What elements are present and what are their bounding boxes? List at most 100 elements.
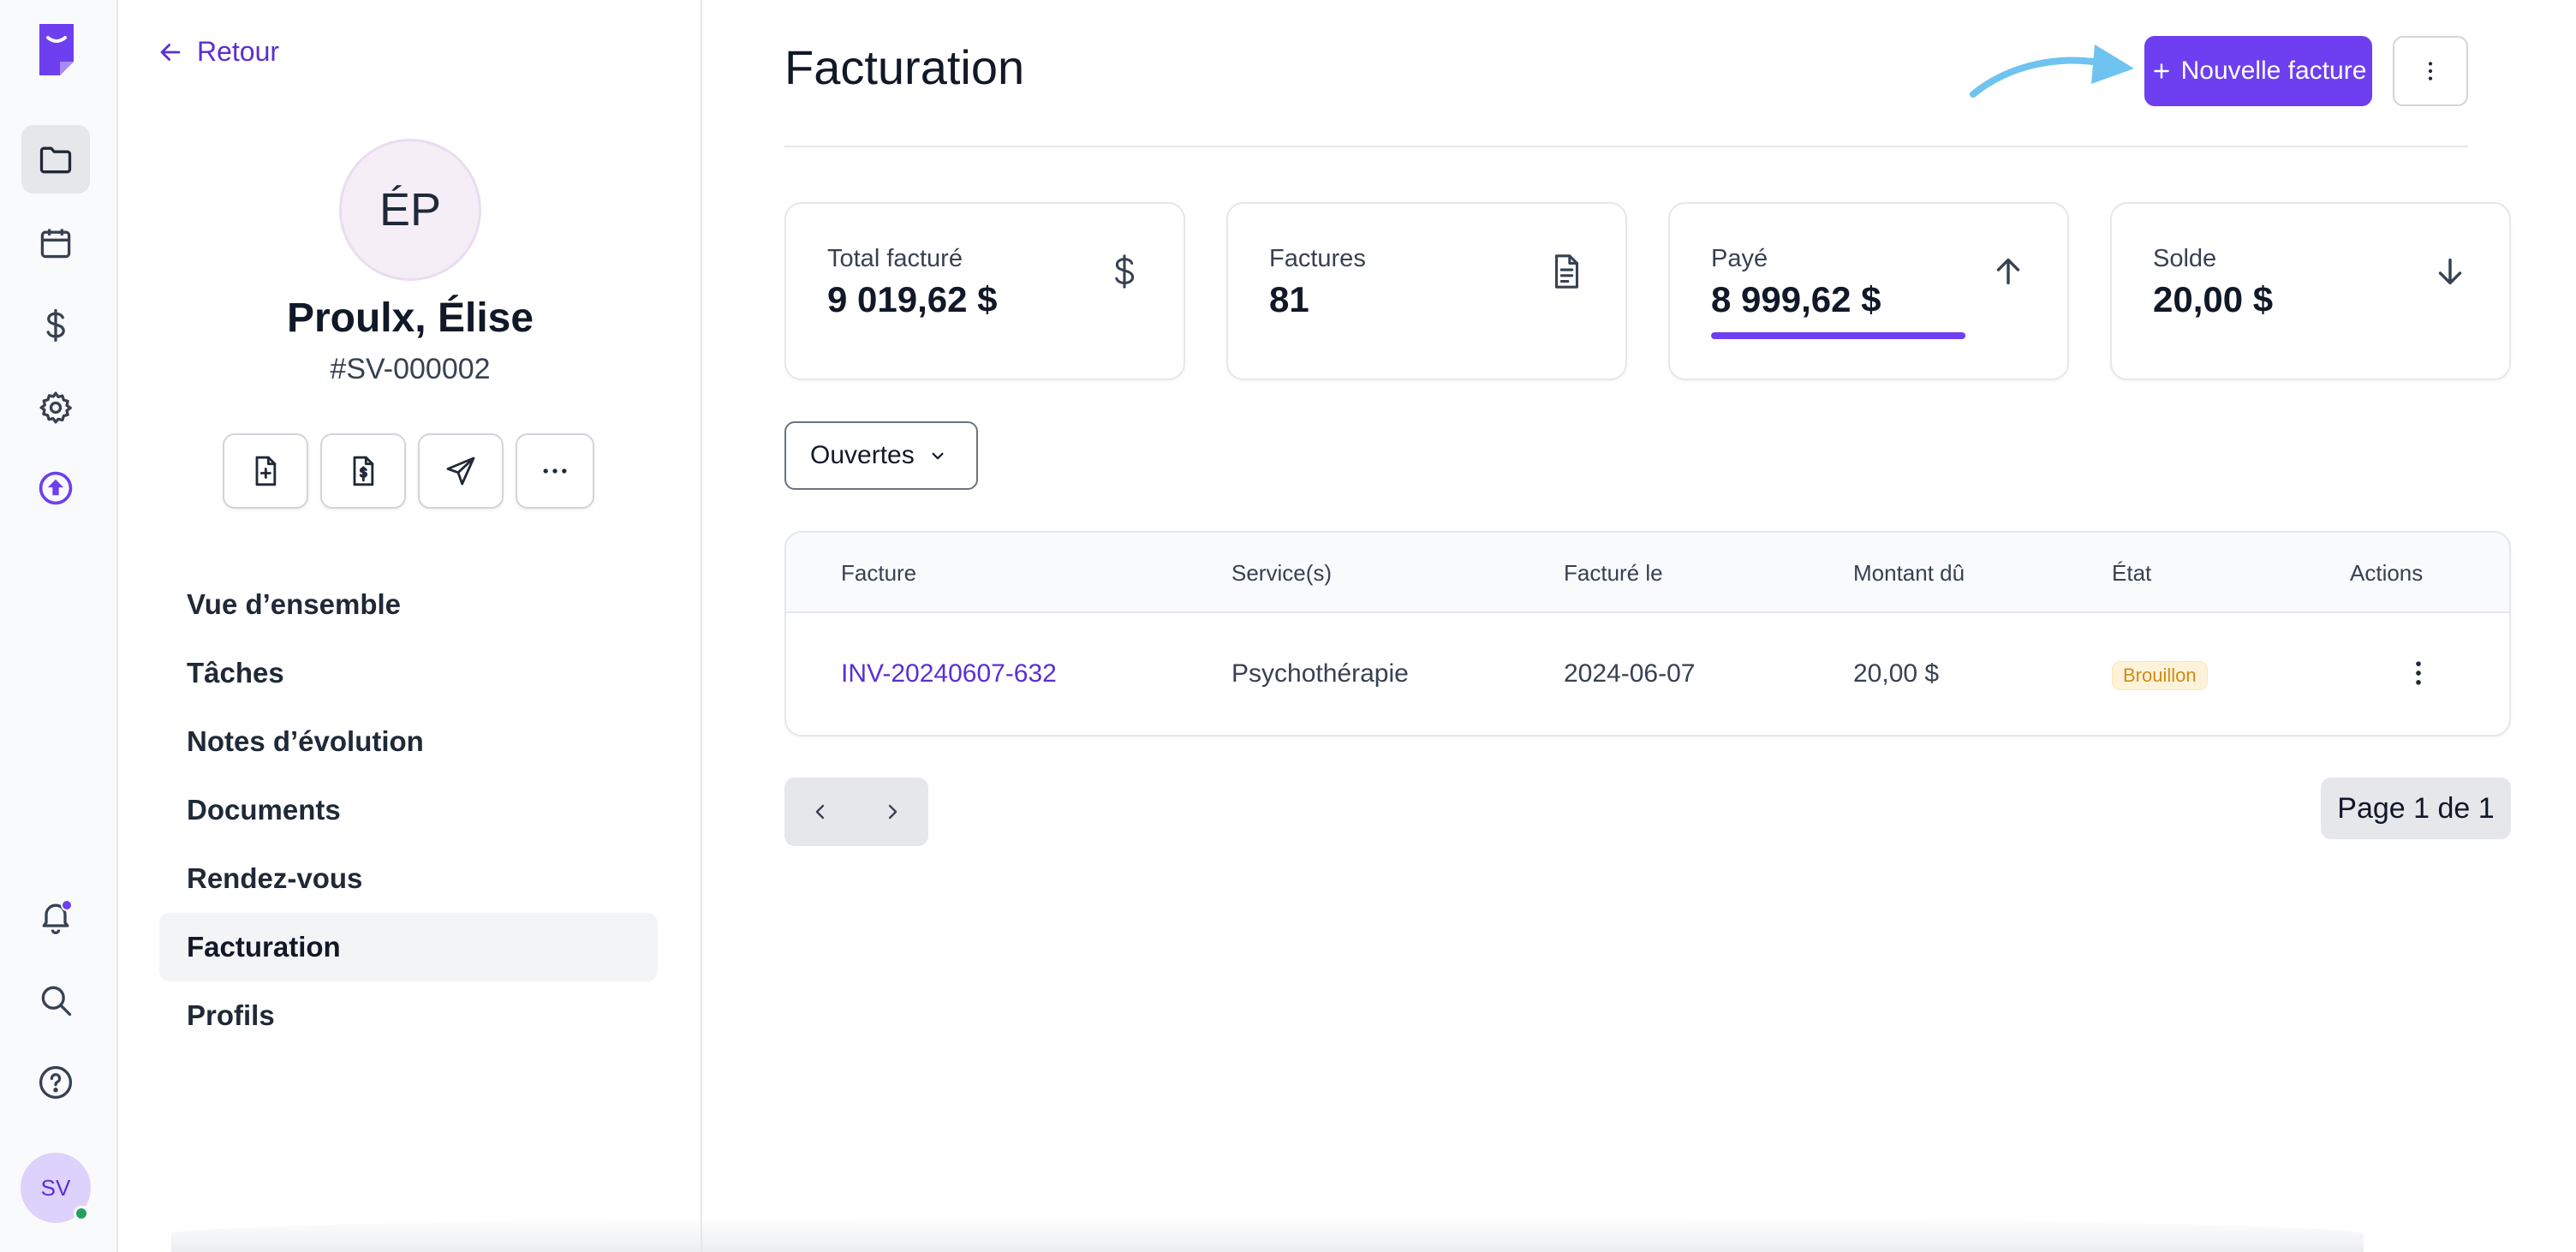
rail-help[interactable] [21, 1048, 90, 1117]
notification-dot [61, 899, 73, 911]
stat-value: 9 019,62 $ [827, 279, 998, 319]
new-document-icon [255, 456, 277, 486]
column-header-amount-due[interactable]: Montant dû [1853, 560, 1965, 587]
paid-progress-bar [1711, 332, 1966, 339]
back-label: Retour [197, 36, 280, 67]
client-panel: Retour ÉP Proulx, Élise #SV-000002 Vue d… [118, 0, 702, 1252]
arrow-left-icon [160, 43, 181, 61]
nav-appointments[interactable]: Rendez-vous [159, 844, 658, 913]
page-indicator: Page 1 de 1 [2321, 778, 2511, 839]
new-invoice-quick-button[interactable] [320, 433, 406, 509]
back-link[interactable]: Retour [156, 36, 279, 68]
invoice-number-link[interactable]: INV-20240607-632 [841, 659, 1057, 689]
client-id: #SV-000002 [330, 353, 491, 385]
column-header-services[interactable]: Service(s) [1231, 560, 1332, 587]
rail-billing[interactable] [21, 291, 90, 360]
invoice-icon [353, 456, 374, 486]
user-avatar[interactable]: SV [21, 1153, 91, 1223]
more-vertical-icon [2428, 62, 2433, 80]
stat-value: 20,00 $ [2153, 279, 2274, 319]
client-name: Proulx, Élise [286, 295, 534, 341]
nav-overview[interactable]: Vue d’ensemble [159, 570, 658, 639]
table-header: Facture Service(s) Facturé le Montant dû… [786, 533, 2509, 613]
row-actions-icon[interactable] [2401, 656, 2436, 690]
nav-label: Facturation [187, 931, 341, 963]
stat-total-billed: Total facturé 9 019,62 $ [784, 202, 1185, 380]
invoices-table: Facture Service(s) Facturé le Montant dû… [784, 531, 2511, 736]
chevron-left-icon [815, 804, 825, 820]
nav-label: Tâches [187, 657, 284, 689]
next-page-button[interactable] [856, 778, 928, 846]
more-horizontal-icon [543, 468, 567, 474]
nav-label: Rendez-vous [187, 862, 363, 894]
stat-label: Solde [2153, 245, 2217, 272]
main-content: Facturation Nouvelle facture Total factu… [702, 0, 2576, 1252]
folder-icon [39, 146, 72, 174]
plus-icon [2153, 63, 2169, 79]
nav-progress-notes[interactable]: Notes d’évolution [159, 707, 658, 776]
column-header-billed-on[interactable]: Facturé le [1564, 560, 1663, 587]
invoice-amount: 20,00 $ [1853, 659, 1940, 688]
more-actions-button[interactable] [516, 433, 594, 509]
pointer-arrow-icon [1970, 45, 2134, 98]
page-title: Facturation [784, 40, 1025, 94]
arrow-down-icon [2438, 258, 2462, 285]
nav-label: Vue d’ensemble [187, 588, 402, 620]
rail-search[interactable] [21, 966, 90, 1034]
rail-upgrade[interactable] [21, 454, 90, 522]
rail-calendar[interactable] [21, 209, 90, 277]
nav-label: Profils [187, 999, 275, 1031]
user-initials: SV [40, 1174, 71, 1201]
nav-label: Notes d’évolution [187, 725, 424, 757]
nav-documents[interactable]: Documents [159, 776, 658, 844]
new-document-button[interactable] [223, 433, 308, 509]
stat-value: 8 999,62 $ [1711, 279, 1881, 319]
stat-balance: Solde 20,00 $ [2110, 202, 2511, 380]
rail-notifications[interactable] [21, 882, 90, 951]
stat-paid: Payé 8 999,62 $ [1668, 202, 2069, 380]
nav-tasks[interactable]: Tâches [159, 639, 658, 707]
search-icon [41, 986, 72, 1017]
rail-files[interactable] [21, 125, 90, 194]
stat-label: Total facturé [827, 245, 963, 272]
column-header-status[interactable]: État [2112, 560, 2151, 587]
status-badge: Brouillon [2112, 661, 2208, 690]
stat-value: 81 [1269, 279, 1309, 319]
client-initials: ÉP [379, 184, 442, 235]
send-button[interactable] [418, 433, 504, 509]
rail-settings[interactable] [21, 373, 90, 442]
pagination-controls [784, 778, 928, 846]
stat-label: Factures [1269, 245, 1366, 272]
stat-label: Payé [1711, 245, 1768, 272]
send-icon [446, 456, 475, 486]
column-header-invoice[interactable]: Facture [841, 560, 916, 587]
gear-icon [39, 391, 72, 424]
chevron-right-icon [888, 804, 897, 820]
chevron-down-icon [932, 452, 944, 460]
icon-rail: SV [0, 0, 118, 1252]
new-invoice-button[interactable]: Nouvelle facture [2144, 36, 2372, 106]
client-avatar: ÉP [339, 139, 481, 281]
previous-page-button[interactable] [784, 778, 856, 846]
dollar-icon [46, 308, 65, 343]
filter-label: Ouvertes [810, 441, 915, 469]
arrow-up-icon [1996, 258, 2020, 285]
nav-billing[interactable]: Facturation [159, 913, 658, 981]
invoice-service: Psychothérapie [1231, 659, 1409, 688]
bottom-shadow [171, 1216, 2364, 1252]
invoice-date: 2024-06-07 [1564, 659, 1696, 688]
nav-label: Documents [187, 794, 341, 826]
calendar-icon [40, 229, 71, 259]
status-filter-dropdown[interactable]: Ouvertes [784, 421, 978, 490]
document-icon [1554, 254, 1578, 289]
nav-profiles[interactable]: Profils [159, 981, 658, 1050]
paid-progress-fill [1711, 332, 1966, 339]
new-invoice-label: Nouvelle facture [2180, 57, 2367, 85]
page-menu-button[interactable] [2393, 36, 2468, 106]
help-circle-icon [39, 1065, 73, 1100]
app-logo-icon[interactable] [36, 22, 77, 77]
online-status-dot [74, 1206, 89, 1221]
stat-invoices: Factures 81 [1226, 202, 1627, 380]
table-row[interactable]: INV-20240607-632 Psychothérapie 2024-06-… [786, 615, 2509, 735]
dollar-icon [1115, 254, 1135, 289]
